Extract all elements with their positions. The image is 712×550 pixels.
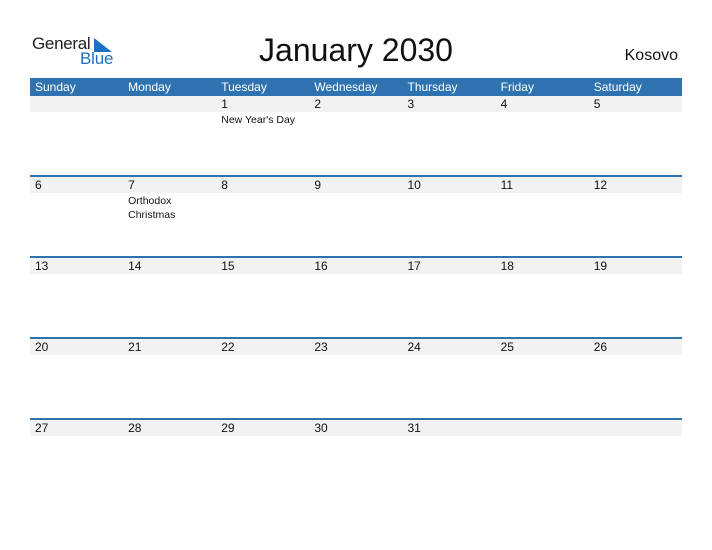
day-number: 8 bbox=[216, 177, 310, 193]
day-cell bbox=[495, 420, 589, 501]
day-number: 26 bbox=[588, 339, 682, 355]
weekday-friday: Friday bbox=[500, 80, 534, 94]
day-number: 19 bbox=[588, 258, 682, 274]
day-number: 13 bbox=[30, 258, 124, 274]
week-row: 13 14 15 16 17 18 19 bbox=[30, 256, 682, 339]
day-number: 11 bbox=[495, 177, 589, 193]
day-cell: 18 bbox=[495, 258, 589, 339]
day-cell: 17 bbox=[402, 258, 496, 339]
day-number: 21 bbox=[123, 339, 217, 355]
calendar-title: January 2030 bbox=[259, 32, 453, 68]
day-number: 5 bbox=[588, 96, 682, 112]
day-number: 10 bbox=[402, 177, 496, 193]
day-cell bbox=[123, 96, 217, 177]
day-number: 15 bbox=[216, 258, 310, 274]
day-number: 23 bbox=[309, 339, 403, 355]
day-number: 22 bbox=[216, 339, 310, 355]
day-cell: 19 bbox=[588, 258, 682, 339]
week-row: 27 28 29 30 31 bbox=[30, 418, 682, 501]
day-number bbox=[30, 96, 124, 112]
day-number: 18 bbox=[495, 258, 589, 274]
day-cell: 5 bbox=[588, 96, 682, 177]
day-number: 25 bbox=[495, 339, 589, 355]
day-cell: 23 bbox=[309, 339, 403, 420]
day-cell: 20 bbox=[30, 339, 124, 420]
day-cell: 10 bbox=[402, 177, 496, 258]
day-cell: 25 bbox=[495, 339, 589, 420]
day-number: 17 bbox=[402, 258, 496, 274]
day-cell: 21 bbox=[123, 339, 217, 420]
day-number: 29 bbox=[216, 420, 310, 436]
day-cell: 11 bbox=[495, 177, 589, 258]
week-row: 1 New Year's Day 2 3 4 5 bbox=[30, 96, 682, 177]
day-number: 30 bbox=[309, 420, 403, 436]
weekday-thursday: Thursday bbox=[407, 80, 458, 94]
week-row: 6 7 Orthodox Christmas 8 9 10 11 12 bbox=[30, 175, 682, 258]
day-cell: 3 bbox=[402, 96, 496, 177]
day-cell: 1 New Year's Day bbox=[216, 96, 310, 177]
day-number: 6 bbox=[30, 177, 124, 193]
day-cell: 13 bbox=[30, 258, 124, 339]
day-number: 27 bbox=[30, 420, 124, 436]
day-cell: 27 bbox=[30, 420, 124, 501]
day-cell: 12 bbox=[588, 177, 682, 258]
day-cell: 22 bbox=[216, 339, 310, 420]
weekday-wednesday: Wednesday bbox=[314, 80, 378, 94]
day-cell: 15 bbox=[216, 258, 310, 339]
holiday-label: Orthodox Christmas bbox=[128, 195, 176, 221]
day-cell bbox=[30, 96, 124, 177]
day-number: 4 bbox=[495, 96, 589, 112]
day-number bbox=[123, 96, 217, 112]
day-cell: 31 bbox=[402, 420, 496, 501]
day-number: 31 bbox=[402, 420, 496, 436]
day-cell: 28 bbox=[123, 420, 217, 501]
weekday-monday: Monday bbox=[128, 80, 171, 94]
country-label: Kosovo bbox=[624, 47, 678, 64]
day-cell: 8 bbox=[216, 177, 310, 258]
day-cell: 14 bbox=[123, 258, 217, 339]
day-number: 3 bbox=[402, 96, 496, 112]
weekday-saturday: Saturday bbox=[593, 80, 642, 94]
day-number bbox=[588, 420, 682, 436]
day-cell: 16 bbox=[309, 258, 403, 339]
week-row: 20 21 22 23 24 25 26 bbox=[30, 337, 682, 420]
day-cell: 29 bbox=[216, 420, 310, 501]
day-number: 24 bbox=[402, 339, 496, 355]
day-number: 2 bbox=[309, 96, 403, 112]
weekday-sunday: Sunday bbox=[35, 80, 76, 94]
day-cell: 30 bbox=[309, 420, 403, 501]
day-cell: 7 Orthodox Christmas bbox=[123, 177, 217, 258]
day-cell: 24 bbox=[402, 339, 496, 420]
day-cell: 9 bbox=[309, 177, 403, 258]
day-cell: 2 bbox=[309, 96, 403, 177]
day-cell: 6 bbox=[30, 177, 124, 258]
weekday-header: Sunday Monday Tuesday Wednesday Thursday… bbox=[30, 78, 682, 96]
day-number bbox=[495, 420, 589, 436]
day-number: 14 bbox=[123, 258, 217, 274]
day-number: 1 bbox=[216, 96, 310, 112]
day-cell: 26 bbox=[588, 339, 682, 420]
day-number: 28 bbox=[123, 420, 217, 436]
day-number: 12 bbox=[588, 177, 682, 193]
weekday-tuesday: Tuesday bbox=[221, 80, 267, 94]
day-number: 16 bbox=[309, 258, 403, 274]
day-cell: 4 bbox=[495, 96, 589, 177]
holiday-label: New Year's Day bbox=[221, 114, 296, 126]
day-number: 9 bbox=[309, 177, 403, 193]
day-cell bbox=[588, 420, 682, 501]
day-number: 20 bbox=[30, 339, 124, 355]
day-number: 7 bbox=[123, 177, 217, 193]
